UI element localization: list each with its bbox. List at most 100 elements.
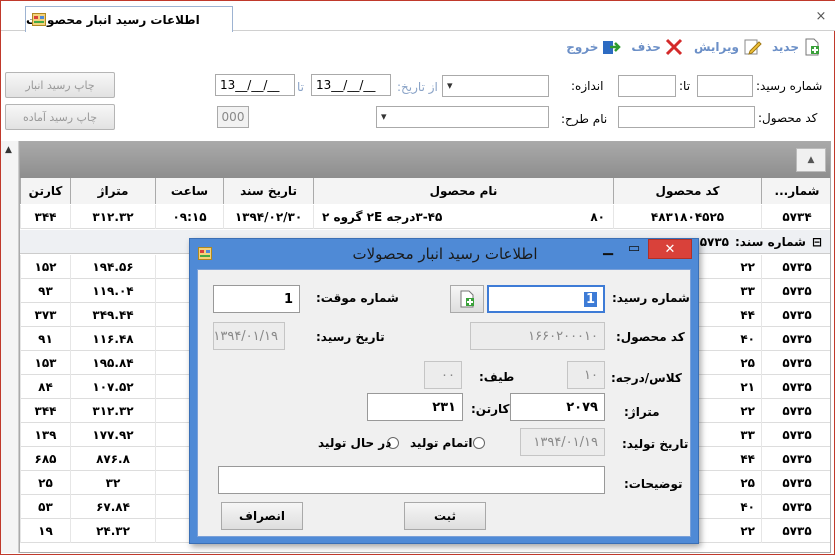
add-receipt-button[interactable] xyxy=(450,285,484,313)
receipt-no-to-input[interactable] xyxy=(618,75,676,97)
product-name-text: ۳-۴۵درجه ۲E گروه ۲ xyxy=(322,210,443,224)
cell-doc-no: ۵۷۳۵ xyxy=(761,279,830,303)
minimize-icon[interactable]: ▁ xyxy=(596,239,620,259)
prod-date-field: ۱۳۹۴/۰۱/۱۹ xyxy=(520,428,605,456)
receipt-no-from-input[interactable] xyxy=(697,75,753,97)
group-value: ۵۷۳۵ xyxy=(699,234,729,249)
dialog-title-bar: اطلاعات رسید انبار محصولات ▁ ▭ ✕ xyxy=(190,239,700,269)
col-carton[interactable]: کارتن xyxy=(20,178,70,204)
product-code-label: کد محصول: xyxy=(616,330,685,344)
receipt-date-field: ۱۳۹۴/۰۱/۱۹ xyxy=(213,322,285,350)
maximize-icon[interactable]: ▭ xyxy=(622,239,646,259)
group-label: شماره سند: xyxy=(734,234,806,249)
cell-meterage: ۳۱۲.۳۲ xyxy=(70,399,155,423)
exit-button[interactable]: خروج xyxy=(566,37,622,57)
table-row[interactable]: ۵۷۳۴ ۴۸۳۱۸۰۴۵۲۵ ۸۰ ۳-۴۵درجه ۲E گروه ۲ ۱۳… xyxy=(20,205,830,229)
col-doc-no[interactable]: شمار... xyxy=(761,178,830,204)
cell-doc-no: ۵۷۳۵ xyxy=(761,351,830,375)
to-date-label: تا xyxy=(297,80,304,94)
temp-no-input[interactable]: 1 xyxy=(213,285,300,313)
vertical-scrollbar[interactable]: ▲ xyxy=(1,141,19,553)
new-button[interactable]: جدید xyxy=(772,37,822,57)
cell-doc-no: ۵۷۳۵ xyxy=(761,303,830,327)
print-stock-receipt-button[interactable]: چاپ رسید انبار xyxy=(5,72,115,98)
col-meterage[interactable]: متراژ xyxy=(70,178,155,204)
save-button[interactable]: ثبت xyxy=(404,502,486,530)
from-date-input[interactable]: 13__/__/__ xyxy=(311,74,391,96)
toolbar: جدید ویرایش حذف خروج xyxy=(566,35,822,59)
radio-in-progress-label: در حال تولید xyxy=(318,436,392,450)
receipt-dialog: اطلاعات رسید انبار محصولات ▁ ▭ ✕ شماره ر… xyxy=(189,238,699,544)
document-tab[interactable]: اطلاعات رسید انبار محصولات xyxy=(25,6,233,32)
exit-icon xyxy=(603,41,622,54)
to-date-input[interactable]: 13__/__/__ xyxy=(215,74,295,96)
from-date-label: از تاریخ: xyxy=(397,80,438,94)
receipt-no-value: 1 xyxy=(583,291,597,307)
group-by-panel: ▲ xyxy=(20,142,830,178)
new-label: جدید xyxy=(771,40,799,54)
product-code-label: کد محصول: xyxy=(758,111,818,125)
print-ready-receipt-button[interactable]: چاپ رسید آماده xyxy=(5,104,115,130)
carton-label: کارتن: xyxy=(471,402,510,416)
prod-date-label: تاریخ تولید: xyxy=(622,437,689,451)
delete-label: حذف xyxy=(631,40,661,54)
col-doc-date[interactable]: تاریخ سند xyxy=(223,178,313,204)
cell-carton: ۱۳۹ xyxy=(20,423,70,447)
close-icon[interactable]: ✕ xyxy=(648,239,692,259)
cell-doc-no: ۵۷۳۵ xyxy=(761,327,830,351)
size-label: اندازه: xyxy=(571,79,604,93)
design-name-select[interactable] xyxy=(376,106,549,128)
cell-doc-no: ۵۷۳۴ xyxy=(761,205,830,229)
form-icon xyxy=(32,13,46,26)
title-bar: اطلاعات رسید انبار محصولات × xyxy=(1,1,835,32)
cell-meterage: ۱۰۷.۵۲ xyxy=(70,375,155,399)
edit-button[interactable]: ویرایش xyxy=(694,37,762,57)
cell-carton: ۹۳ xyxy=(20,279,70,303)
cell-time: ۰۹:۱۵ xyxy=(155,205,223,229)
cell-product-name: ۸۰ ۳-۴۵درجه ۲E گروه ۲ xyxy=(313,205,613,229)
close-tab-icon[interactable]: × xyxy=(814,10,828,24)
cell-doc-no: ۵۷۳۵ xyxy=(761,519,830,543)
product-code-input[interactable] xyxy=(618,106,755,128)
counter-field: 000 xyxy=(217,106,249,128)
cell-carton: ۱۵۳ xyxy=(20,351,70,375)
cell-carton: ۲۵ xyxy=(20,471,70,495)
cell-meterage: ۱۱۶.۴۸ xyxy=(70,327,155,351)
cell-doc-no: ۵۷۳۵ xyxy=(761,495,830,519)
meterage-input[interactable]: ۲۰۷۹ xyxy=(510,393,605,421)
product-code-field: ۱۶۶۰۲۰۰۰۱۰ xyxy=(470,322,605,350)
radio-finished[interactable] xyxy=(473,437,485,449)
receipt-no-label: شماره رسید: xyxy=(756,79,823,93)
shade-label: طیف: xyxy=(479,370,515,384)
cell-doc-no: ۵۷۳۵ xyxy=(761,471,830,495)
collapse-icon[interactable]: ▲ xyxy=(796,148,826,172)
cell-carton: ۹۱ xyxy=(20,327,70,351)
col-time[interactable]: ساعت xyxy=(155,178,223,204)
delete-button[interactable]: حذف xyxy=(631,37,684,57)
dialog-body: شماره رسید: 1 شماره موقت: 1 کد محصول: ۱۶… xyxy=(197,269,691,537)
group-expand-icon[interactable]: ⊟ xyxy=(812,235,822,249)
cell-meterage: ۳۲ xyxy=(70,471,155,495)
col-product-code[interactable]: کد محصول xyxy=(613,178,761,204)
shade-field: ۰۰ xyxy=(424,361,462,389)
receipt-no-label: شماره رسید: xyxy=(612,291,690,305)
col-product-name[interactable]: نام محصول xyxy=(313,178,613,204)
cell-product-code: ۴۸۳۱۸۰۴۵۲۵ xyxy=(613,205,761,229)
cell-carton: ۳۴۴ xyxy=(20,399,70,423)
scroll-up-icon[interactable]: ▲ xyxy=(5,145,12,155)
product-name-suffix: ۸۰ xyxy=(590,210,605,224)
delete-x-icon xyxy=(665,38,683,56)
size-select[interactable] xyxy=(442,75,549,97)
cell-doc-date: ۱۳۹۴/۰۲/۳۰ xyxy=(223,205,313,229)
notes-input[interactable] xyxy=(218,466,605,494)
main-window: اطلاعات رسید انبار محصولات × جدید ویرایش xyxy=(0,0,835,555)
cell-meterage: ۱۱۹.۰۴ xyxy=(70,279,155,303)
cancel-button[interactable]: انصراف xyxy=(221,502,303,530)
cell-meterage: ۲۴.۳۲ xyxy=(70,519,155,543)
radio-finished-label: اتمام تولید xyxy=(410,436,473,450)
tab-title: اطلاعات رسید انبار محصولات xyxy=(26,12,200,27)
receipt-no-input[interactable]: 1 xyxy=(487,285,605,313)
design-name-label: نام طرح: xyxy=(561,112,608,126)
notes-label: توضیحات: xyxy=(624,477,683,491)
carton-input[interactable]: ۲۳۱ xyxy=(367,393,463,421)
